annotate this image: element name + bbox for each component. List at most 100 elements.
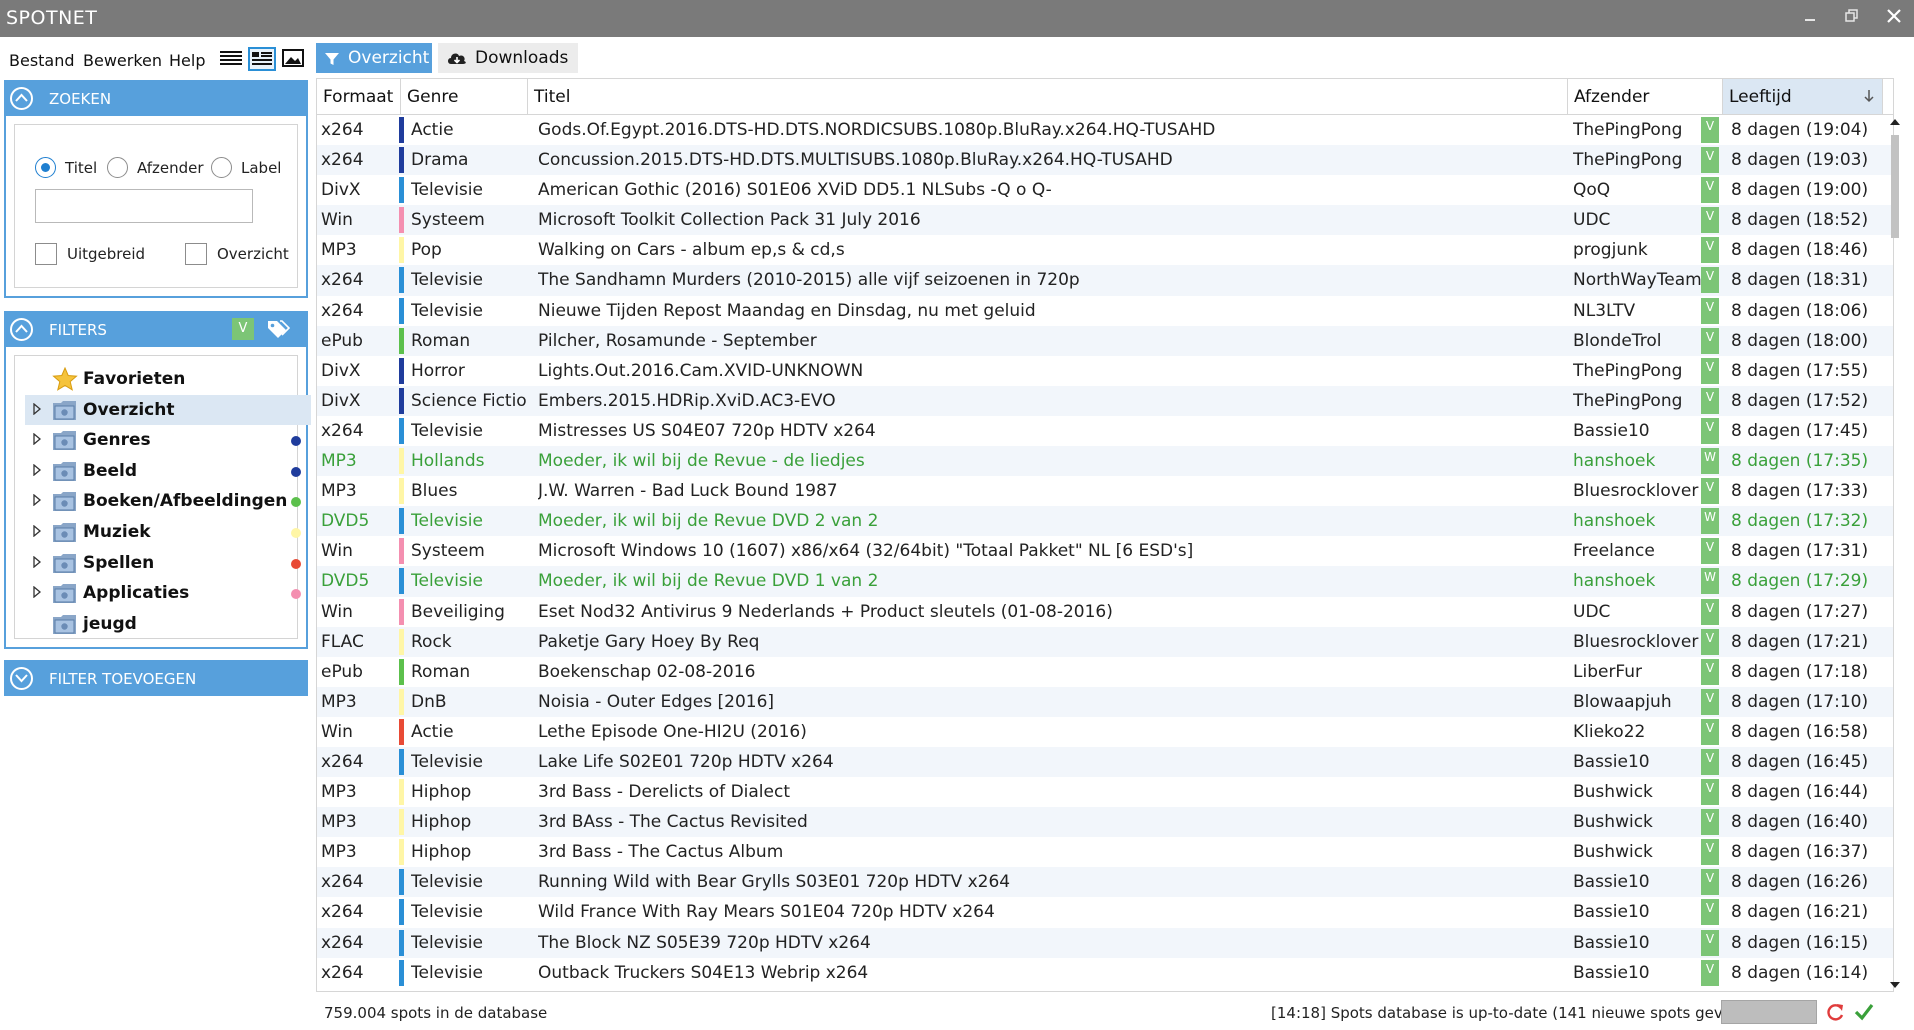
detail-view-button[interactable] <box>248 47 276 71</box>
list-view-button[interactable] <box>218 47 246 71</box>
table-row[interactable]: x264 Actie Gods.Of.Egypt.2016.DTS-HD.DTS.N… <box>317 115 1893 145</box>
close-button[interactable] <box>1874 4 1914 32</box>
table-row[interactable]: x264 Televisie Lake Life S02E01 720p HDTV … <box>317 746 1893 778</box>
table-row[interactable]: DivX Science Fictior Embers.2015.HDRip.Xvi… <box>317 385 1893 416</box>
table-row[interactable]: MP3 Hiphop 3rd Bass - Derelicts of Dialect… <box>317 777 1893 807</box>
refresh-icon[interactable] <box>1824 1001 1846 1023</box>
table-row[interactable]: Win Systeem Microsoft Toolkit Collection P… <box>317 205 1893 236</box>
filter-item-boeken-afbeeldingen[interactable]: Boeken/Afbeeldingen <box>25 486 311 516</box>
table-row[interactable]: x264 Televisie Mistresses US S04E07 720p H… <box>317 416 1893 446</box>
filter-item-label: Overzicht <box>83 399 175 420</box>
folder-icon <box>53 584 76 604</box>
filters-tree: Favorieten Overzicht Genres Beeld Boeken/Afb… <box>14 355 311 639</box>
filter-item-spellen[interactable]: Spellen <box>25 548 311 578</box>
col-header-titel[interactable]: Titel <box>528 79 1568 114</box>
cell-genre: Actie <box>411 120 454 140</box>
tab-downloads[interactable]: Downloads <box>438 43 578 73</box>
genre-color-bar <box>399 959 404 986</box>
vertical-scrollbar[interactable] <box>1886 115 1904 995</box>
table-row[interactable]: MP3 Hiphop 3rd Bass - The Cactus Album Bush… <box>317 837 1893 867</box>
expand-arrow-icon[interactable] <box>32 555 42 568</box>
expand-arrow-icon[interactable] <box>32 586 42 599</box>
table-row[interactable]: MP3 Blues J.W. Warren - Bad Luck Bound 198… <box>317 476 1893 506</box>
menu-bewerken[interactable]: Bewerken <box>83 51 162 70</box>
table-row[interactable]: MP3 Pop Walking on Cars - album ep,s & cd,… <box>317 235 1893 265</box>
scroll-up-icon[interactable] <box>1890 118 1900 126</box>
table-row[interactable]: x264 Televisie Running Wild with Bear Gryl… <box>317 867 1893 898</box>
spot-count: 759.004 spots in de database <box>324 1004 548 1022</box>
col-header-formaat[interactable]: Formaat <box>317 79 401 114</box>
cell-titel: Gods.Of.Egypt.2016.DTS-HD.DTS.NORDICSUBS… <box>538 120 1216 140</box>
expand-arrow-icon[interactable] <box>32 402 42 415</box>
table-row[interactable]: DivX Televisie American Gothic (2016) S01E… <box>317 175 1893 205</box>
radio-titel[interactable] <box>35 157 56 178</box>
table-row[interactable]: ePub Roman Pilcher, Rosamunde - September B… <box>317 325 1893 356</box>
table-row[interactable]: FLAC Rock Paketje Gary Hoey By Req Bluesroc… <box>317 626 1893 657</box>
genre-color-bar <box>399 628 404 655</box>
filter-item-favorieten[interactable]: Favorieten <box>25 364 311 394</box>
filter-icon <box>325 53 339 65</box>
genre-color-bar <box>399 327 404 354</box>
table-row[interactable]: Win Beveiliging Eset Nod32 Antivirus 9 Ned… <box>317 597 1893 627</box>
image-view-button[interactable] <box>280 47 308 71</box>
add-filter-panel-header[interactable]: FILTER TOEVOEGEN <box>4 660 308 696</box>
table-row[interactable]: x264 Drama Concussion.2015.DTS-HD.DTS.MULT… <box>317 145 1893 176</box>
verified-badge: V <box>1701 869 1719 896</box>
filter-item-label: jeugd <box>83 613 137 634</box>
expand-arrow-icon[interactable] <box>32 494 42 507</box>
filter-item-applicaties[interactable]: Applicaties <box>25 578 311 608</box>
cell-titel: 3rd Bass - The Cactus Album <box>538 842 784 863</box>
tab-overzicht[interactable]: Overzicht <box>316 43 432 73</box>
filter-item-muziek[interactable]: Muziek <box>25 517 311 547</box>
col-header-afzender-label: Afzender <box>1574 87 1650 107</box>
table-row[interactable]: ePub Roman Boekenschap 02-08-2016 LiberFur V… <box>317 657 1893 687</box>
checkbox-uitgebreid[interactable] <box>35 243 57 265</box>
table-row[interactable]: MP3 Hiphop 3rd BAss - The Cactus Revisited… <box>317 807 1893 838</box>
search-panel-title: ZOEKEN <box>49 90 112 108</box>
col-header-leeftijd[interactable]: Leeftijd <box>1723 79 1883 114</box>
filter-item-overzicht[interactable]: Overzicht <box>25 394 311 425</box>
search-input[interactable] <box>35 189 253 223</box>
menu-bestand[interactable]: Bestand <box>9 51 75 70</box>
table-row[interactable]: DVD5 Televisie Moeder, ik wil bij de Revue… <box>317 506 1893 537</box>
col-header-genre[interactable]: Genre <box>401 79 528 114</box>
search-panel-header[interactable]: ZOEKEN <box>4 80 308 116</box>
radio-label[interactable] <box>211 157 232 178</box>
table-row[interactable]: Win Systeem Microsoft Windows 10 (1607) x8… <box>317 536 1893 566</box>
menu-help[interactable]: Help <box>169 51 205 70</box>
radio-afzender[interactable] <box>107 157 128 178</box>
expand-arrow-icon[interactable] <box>32 463 42 476</box>
col-header-afzender[interactable]: Afzender <box>1568 79 1723 114</box>
add-filter-panel-title: FILTER TOEVOEGEN <box>49 670 197 688</box>
cell-leeftijd: 8 dagen (16:44) <box>1731 782 1869 803</box>
filters-panel-header[interactable]: FILTERS V <box>4 311 308 347</box>
tags-icon[interactable] <box>266 319 290 339</box>
table-row[interactable]: DivX Horror Lights.Out.2016.Cam.XVID-UNKNO… <box>317 356 1893 386</box>
table-row[interactable]: x264 Televisie The Sandhamn Murders (2010-… <box>317 265 1893 296</box>
minimize-button[interactable] <box>1790 4 1830 32</box>
expand-arrow-icon[interactable] <box>32 525 42 537</box>
col-header-leeftijd-label: Leeftijd <box>1729 87 1792 107</box>
filter-item-jeugd[interactable]: jeugd <box>25 609 311 639</box>
filter-item-genres[interactable]: Genres <box>25 425 311 455</box>
cell-formaat: FLAC <box>321 631 364 652</box>
expand-arrow-icon[interactable] <box>32 433 42 446</box>
table-row[interactable]: x264 Televisie The Block NZ S05E39 720p HD… <box>317 927 1893 958</box>
scroll-down-icon[interactable] <box>1890 981 1900 989</box>
verified-badge: V <box>1701 779 1719 806</box>
filters-v-badge[interactable]: V <box>232 318 254 340</box>
table-row[interactable]: x264 Televisie Outback Truckers S04E13 Web… <box>317 958 1893 988</box>
genre-color-bar <box>399 929 404 956</box>
table-row[interactable]: DVD5 Televisie Moeder, ik wil bij de Revue… <box>317 566 1893 597</box>
table-row[interactable]: MP3 DnB Noisia - Outer Edges [2016] Blowaap… <box>317 686 1893 717</box>
table-row[interactable]: MP3 Hollands Moeder, ik wil bij de Revue -… <box>317 446 1893 477</box>
filter-item-beeld[interactable]: Beeld <box>25 456 311 486</box>
table-row[interactable]: x264 Televisie Wild France With Ray Mears … <box>317 897 1893 927</box>
cell-titel: Moeder, ik wil bij de Revue DVD 1 van 2 <box>538 571 879 592</box>
checkbox-overzicht[interactable] <box>185 243 207 265</box>
cell-titel: The Sandhamn Murders (2010-2015) alle vi… <box>538 270 1080 291</box>
scrollbar-thumb[interactable] <box>1891 135 1899 238</box>
table-row[interactable]: x264 Televisie Nieuwe Tijden Repost Maanda… <box>317 296 1893 326</box>
restore-button[interactable] <box>1832 4 1872 32</box>
table-row[interactable]: Win Actie Lethe Episode One-HI2U (2016) Kli… <box>317 717 1893 747</box>
